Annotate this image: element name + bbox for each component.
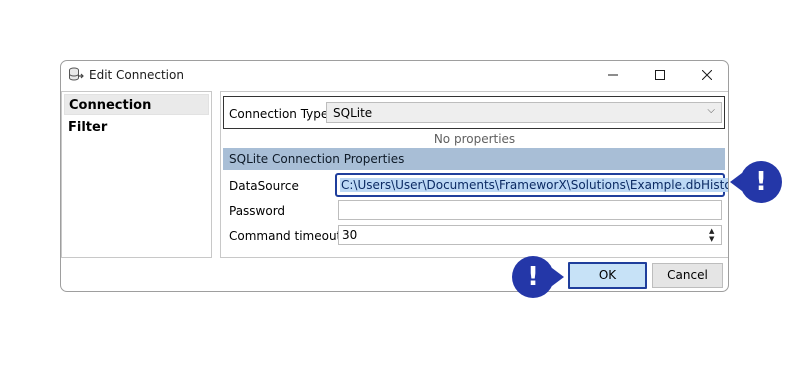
connection-type-group: Connection Type SQLite ⌵ — [223, 96, 725, 129]
datasource-field[interactable]: C:\Users\User\Documents\FrameworX\Soluti… — [335, 173, 728, 197]
command-timeout-label: Command timeout — [229, 229, 342, 243]
spin-down-icon[interactable]: ▼ — [709, 236, 714, 243]
cancel-button[interactable]: Cancel — [652, 263, 723, 288]
sidebar-item-label: Filter — [68, 120, 108, 135]
callout-marker: ! — [740, 161, 782, 203]
maximize-icon — [655, 70, 665, 80]
callout-marker: ! — [512, 256, 554, 298]
database-connection-icon — [69, 67, 84, 81]
title-bar: Edit Connection — [61, 61, 728, 89]
connection-panel: Connection Type SQLite ⌵ No properties S… — [220, 91, 728, 258]
password-label: Password — [229, 204, 286, 218]
password-field[interactable] — [338, 200, 722, 220]
sidebar-item-label: Connection — [69, 98, 152, 113]
connection-type-dropdown[interactable]: SQLite ⌵ — [326, 102, 722, 123]
command-timeout-stepper[interactable]: 30 ▲ ▼ — [338, 225, 722, 245]
connection-type-value: SQLite — [333, 106, 373, 120]
datasource-label: DataSource — [229, 179, 299, 193]
section-header: SQLite Connection Properties — [223, 148, 725, 170]
window-title: Edit Connection — [89, 68, 184, 82]
sidebar-item-filter[interactable]: Filter — [64, 117, 209, 138]
no-properties-text: No properties — [433, 132, 516, 146]
command-timeout-value: 30 — [342, 228, 358, 242]
connection-type-label: Connection Type — [229, 107, 329, 121]
sidebar-item-connection[interactable]: Connection — [64, 94, 209, 115]
edit-connection-dialog: Edit Connection Connection Filter Connec… — [60, 60, 729, 292]
spin-up-icon[interactable]: ▲ — [709, 228, 714, 235]
close-button[interactable] — [684, 61, 728, 89]
maximize-button[interactable] — [637, 61, 683, 89]
sidebar: Connection Filter — [61, 91, 212, 258]
spinner[interactable]: ▲ ▼ — [706, 226, 720, 244]
minimize-button[interactable] — [590, 61, 636, 89]
ok-button[interactable]: OK — [568, 262, 647, 289]
datasource-value: C:\Users\User\Documents\FrameworX\Soluti… — [340, 178, 728, 192]
close-icon — [702, 70, 712, 80]
chevron-down-icon: ⌵ — [707, 105, 715, 116]
minimize-icon — [608, 74, 618, 76]
